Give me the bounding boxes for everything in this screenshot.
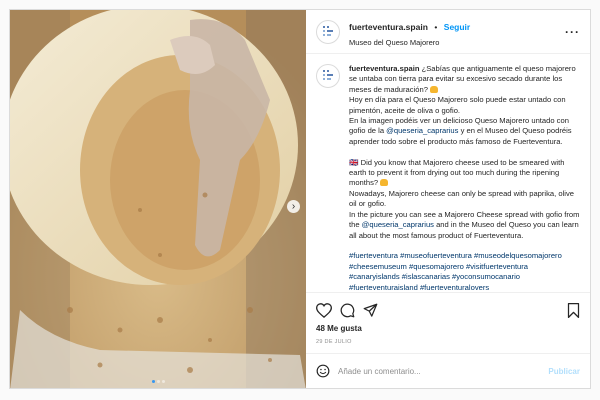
bookmark-icon[interactable] (567, 302, 580, 318)
hashtag-link[interactable]: #yoconsumocanario (452, 272, 520, 281)
museum-logo-icon (323, 25, 333, 36)
publish-button[interactable]: Publicar (548, 367, 580, 376)
carousel-next-icon[interactable]: › (287, 200, 300, 213)
hashtag-link[interactable]: #fuerteventura (349, 251, 398, 260)
hashtag-link[interactable]: #visitfuerteventura (466, 262, 528, 271)
post-date: 29 DE JULIO (316, 339, 352, 345)
comment-input[interactable]: Añade un comentario... (338, 367, 548, 376)
carousel-dot (161, 380, 165, 383)
comment-box: Añade un comentario... Publicar (306, 353, 590, 388)
caption-avatar[interactable] (316, 64, 340, 88)
caption-username[interactable]: fuerteventura.spain (349, 64, 419, 73)
hashtag-link[interactable]: #cheesemuseum (349, 262, 407, 271)
header-separator: • (434, 21, 438, 32)
post-photo[interactable]: › (10, 10, 306, 388)
caption-text: fuerteventura.spain ¿Sabías que antiguam… (349, 64, 580, 292)
avatar[interactable] (316, 19, 340, 44)
carousel-dot (156, 380, 160, 383)
emoji-icon[interactable] (316, 364, 330, 378)
hashtag-link[interactable]: #fuerteventuraisland (349, 283, 418, 292)
share-icon[interactable] (363, 303, 378, 318)
hashtag-link[interactable]: #museodelquesomajorero (474, 251, 562, 260)
hashtag-link[interactable]: #quesomajorero (409, 262, 464, 271)
museum-logo-icon (323, 70, 333, 80)
follow-button[interactable]: Seguir (444, 22, 470, 32)
instagram-post: › fuerteventura.spain • Seguir Museo del… (9, 9, 591, 389)
header-username[interactable]: fuerteventura.spain (349, 22, 428, 32)
mention-link[interactable]: @queseria_caprarius (362, 220, 434, 229)
post-sidebar: fuerteventura.spain • Seguir Museo del Q… (306, 10, 590, 388)
hashtag-link[interactable]: #canaryislands (349, 272, 400, 281)
heart-icon[interactable] (316, 302, 332, 318)
cheese-photo-illustration (10, 10, 306, 388)
caption-section: fuerteventura.spain ¿Sabías que antiguam… (306, 54, 590, 292)
cheese-emoji-icon (380, 179, 389, 187)
hashtag-link[interactable]: #museofuerteventura (400, 251, 472, 260)
hashtag-link[interactable]: #islascanarias (402, 272, 450, 281)
more-options-icon[interactable]: ··· (565, 25, 580, 39)
caption-es-text: Hoy en día para el Queso Majorero solo p… (349, 95, 566, 115)
caption-en-text: Nowadays, Majorero cheese can only be sp… (349, 188, 574, 209)
carousel-dot (151, 380, 155, 383)
location-link[interactable]: Museo del Queso Majorero (349, 38, 565, 47)
post-header: fuerteventura.spain • Seguir Museo del Q… (306, 10, 590, 54)
like-count[interactable]: 48 Me gusta (316, 324, 580, 333)
post-actions: 48 Me gusta 29 DE JULIO (306, 292, 590, 345)
carousel-dots (10, 380, 306, 383)
mention-link[interactable]: @queseria_caprarius (386, 126, 458, 135)
cheese-emoji-icon (430, 85, 439, 93)
hashtag-link[interactable]: #fuerteventuralovers (420, 283, 489, 292)
comment-icon[interactable] (340, 303, 355, 318)
hashtag-list: #fuerteventura #museofuerteventura #muse… (349, 251, 562, 291)
